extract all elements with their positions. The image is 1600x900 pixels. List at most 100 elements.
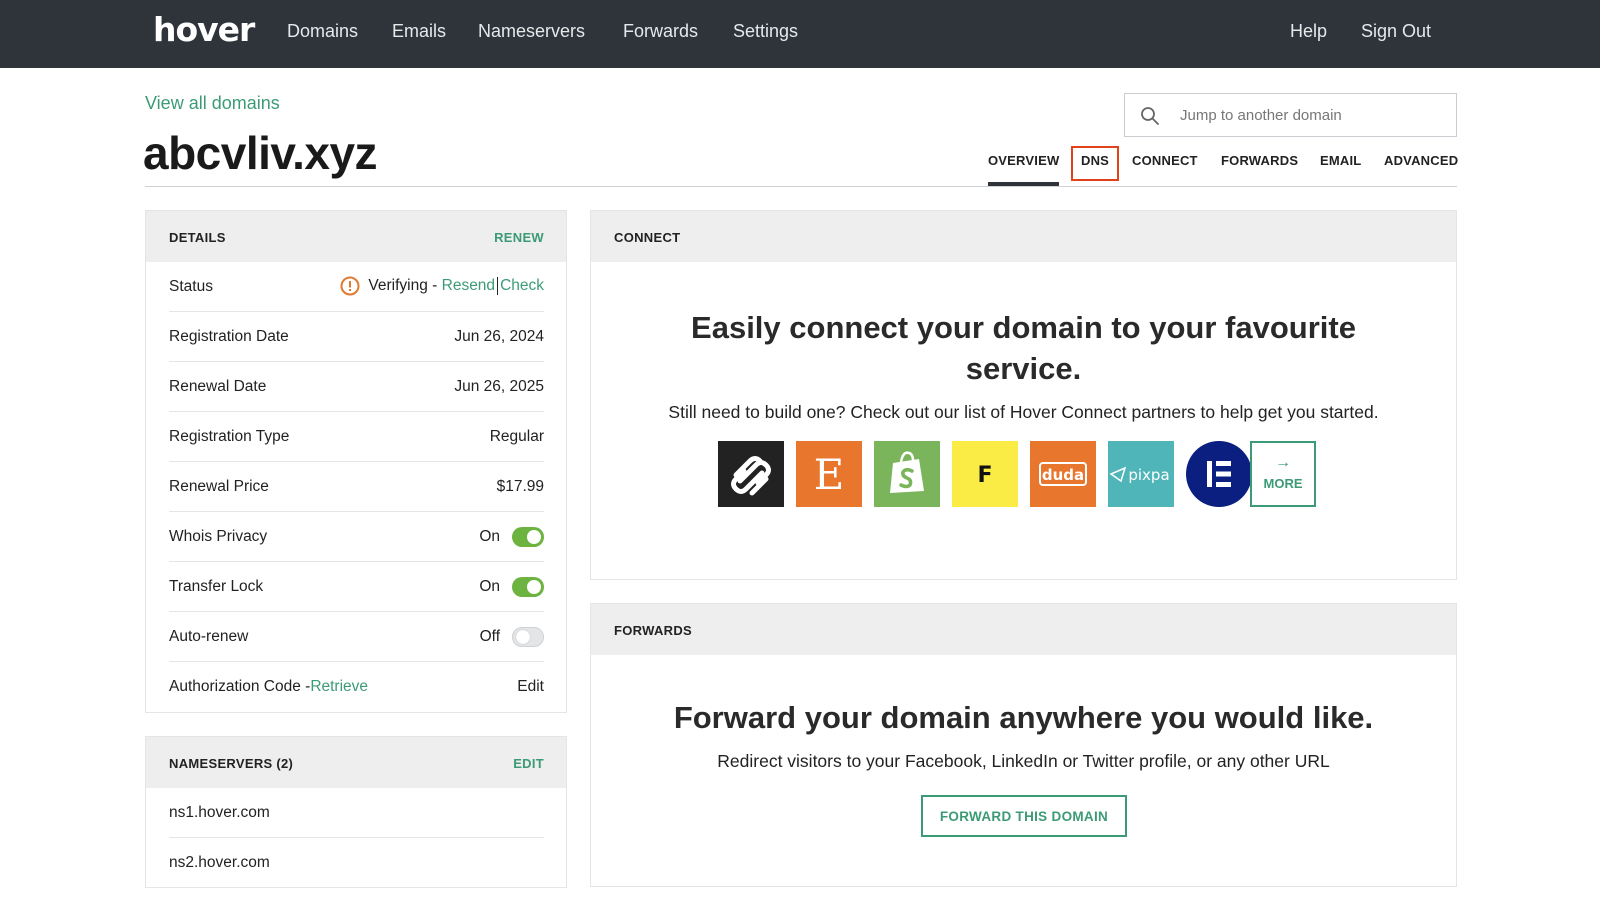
tab-forwards[interactable]: FORWARDS [1221, 153, 1298, 168]
duda-icon: duda [1039, 462, 1087, 486]
authorization-code-row: Authorization Code -Retrieve Edit [169, 662, 544, 712]
check-link[interactable]: Check [500, 277, 544, 295]
nameserver-row: ns1.hover.com [169, 788, 544, 838]
format-tile[interactable]: F [952, 441, 1018, 507]
header-divider [145, 186, 1457, 187]
tab-advanced[interactable]: ADVANCED [1384, 153, 1458, 168]
row-label: Registration Type [169, 428, 290, 445]
etsy-letter: E [814, 450, 845, 499]
status-divider [497, 277, 499, 295]
hover-logo[interactable]: hover [153, 10, 255, 49]
row-label: Transfer Lock [169, 578, 264, 595]
whois-privacy-row: Whois Privacy On [169, 512, 544, 562]
resend-link[interactable]: Resend [442, 277, 495, 295]
etsy-icon: E [814, 450, 845, 499]
tab-email[interactable]: EMAIL [1320, 153, 1361, 168]
nav-settings[interactable]: Settings [733, 21, 798, 42]
row-label: Auto-renew [169, 628, 249, 645]
connect-heading-line2: service. [965, 351, 1082, 386]
row-value: Jun 26, 2025 [454, 378, 544, 395]
top-nav: hover Domains Emails Nameservers Forward… [0, 0, 1600, 68]
warning-icon [340, 276, 360, 296]
renewal-date-row: Renewal Date Jun 26, 2025 [169, 362, 544, 412]
edit-nameservers-link[interactable]: EDIT [513, 756, 544, 771]
whois-privacy-toggle[interactable] [512, 527, 544, 547]
row-label: Renewal Date [169, 378, 267, 395]
transfer-lock-toggle[interactable] [512, 577, 544, 597]
nameserver-value: ns1.hover.com [169, 804, 270, 821]
edit-auth-code-link[interactable]: Edit [517, 678, 544, 696]
tab-connect[interactable]: CONNECT [1132, 153, 1198, 168]
forwards-header: FORWARDS [591, 604, 1456, 655]
renewal-price-row: Renewal Price $17.99 [169, 462, 544, 512]
forwards-title: FORWARDS [614, 623, 692, 638]
registration-date-row: Registration Date Jun 26, 2024 [169, 312, 544, 362]
retrieve-link[interactable]: Retrieve [310, 678, 368, 695]
auto-renew-toggle[interactable] [512, 627, 544, 647]
status-text: Verifying - [368, 277, 438, 294]
nav-forwards[interactable]: Forwards [623, 21, 698, 42]
status-label: Status [169, 278, 213, 295]
auth-code-text: Authorization Code - [169, 678, 311, 695]
connect-subtitle: Still need to build one? Check out our l… [668, 402, 1379, 422]
domain-search-input[interactable] [1180, 102, 1440, 128]
duda-tile[interactable]: duda [1030, 441, 1096, 507]
forward-this-domain-button[interactable]: FORWARD THIS DOMAIN [921, 795, 1127, 837]
format-letter: F [977, 463, 992, 488]
shopify-tile[interactable] [874, 441, 940, 507]
row-label: Registration Date [169, 328, 289, 345]
dns-tab-highlight [1071, 146, 1119, 181]
nav-sign-out[interactable]: Sign Out [1361, 21, 1431, 42]
transfer-lock-row: Transfer Lock On [169, 562, 544, 612]
connect-title: CONNECT [614, 230, 681, 245]
nameservers-title: NAMESERVERS (2) [169, 756, 294, 771]
nameservers-panel: NAMESERVERS (2) EDIT ns1.hover.com ns2.h… [145, 736, 567, 888]
details-header: DETAILS RENEW [146, 211, 566, 262]
more-partners-button[interactable]: → MORE [1250, 441, 1316, 507]
details-panel: DETAILS RENEW Status Verifying - Resend … [145, 210, 567, 713]
squarespace-tile[interactable] [718, 441, 784, 507]
arrow-right-icon: → [1275, 454, 1291, 471]
details-title: DETAILS [169, 230, 226, 245]
auto-renew-row: Auto-renew Off [169, 612, 544, 662]
elementor-icon [1207, 461, 1231, 487]
row-value: $17.99 [496, 478, 544, 495]
duda-label: duda [1042, 466, 1084, 484]
forwards-subtitle: Redirect visitors to your Facebook, Link… [717, 751, 1330, 771]
pixpa-icon: pixpa [1109, 466, 1170, 484]
nav-help[interactable]: Help [1290, 21, 1327, 42]
pixpa-tile[interactable]: pixpa [1108, 441, 1174, 507]
connect-heading-line1: Easily connect your domain to your favou… [691, 310, 1356, 345]
nameserver-value: ns2.hover.com [169, 854, 270, 871]
connect-panel: CONNECT Easily connect your domain to yo… [590, 210, 1457, 580]
squarespace-icon [731, 456, 771, 496]
row-value: Regular [489, 428, 544, 445]
elementor-tile[interactable] [1186, 441, 1252, 507]
toggle-knob [527, 580, 541, 594]
row-label: Whois Privacy [169, 528, 268, 545]
pixpa-label: pixpa [1128, 466, 1169, 484]
format-icon: F [977, 463, 992, 488]
domain-search [1124, 93, 1457, 137]
nameservers-header: NAMESERVERS (2) EDIT [146, 737, 566, 788]
view-all-domains-link[interactable]: View all domains [145, 93, 280, 114]
forwards-heading: Forward your domain anywhere you would l… [673, 700, 1374, 735]
toggle-knob [516, 630, 530, 644]
nav-nameservers[interactable]: Nameservers [478, 21, 585, 42]
status-row: Status Verifying - Resend Check [169, 262, 544, 312]
toggle-state: On [479, 528, 500, 545]
renew-link[interactable]: RENEW [494, 230, 544, 245]
domain-title: abcvliv.xyz [143, 127, 378, 179]
row-value: Jun 26, 2024 [454, 328, 544, 345]
nav-emails[interactable]: Emails [392, 21, 446, 42]
forwards-panel: FORWARDS Forward your domain anywhere yo… [590, 603, 1457, 887]
shopify-bag-icon [890, 451, 924, 493]
auth-code-label: Authorization Code -Retrieve [169, 678, 368, 696]
toggle-knob [527, 530, 541, 544]
connect-header: CONNECT [591, 211, 1456, 262]
status-value: Verifying - Resend Check [340, 276, 544, 296]
etsy-tile[interactable]: E [796, 441, 862, 507]
nav-domains[interactable]: Domains [287, 21, 358, 42]
toggle-state: Off [479, 628, 500, 645]
tab-overview[interactable]: OVERVIEW [988, 153, 1059, 168]
